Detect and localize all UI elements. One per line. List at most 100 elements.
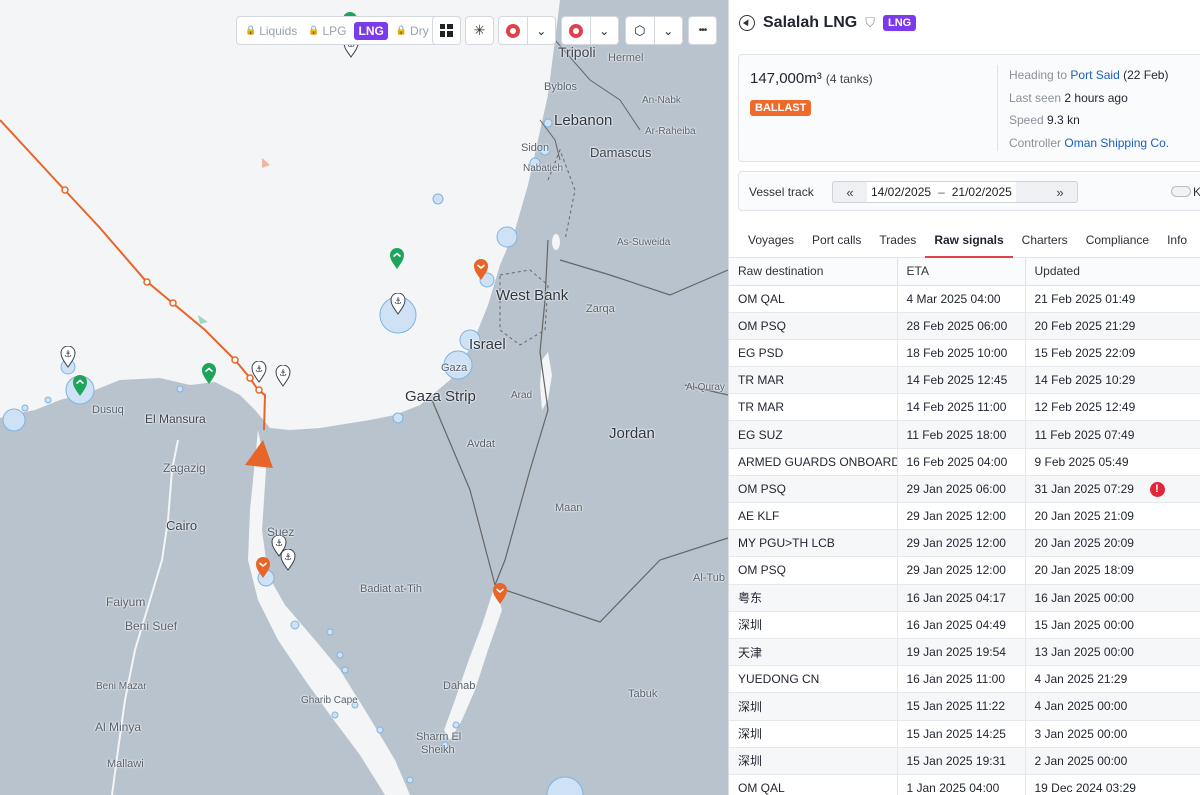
tab-charters[interactable]: Charters: [1013, 224, 1077, 258]
table-row[interactable]: 粤东 16 Jan 2025 04:17 16 Jan 2025 00:00: [729, 584, 1200, 612]
filter-dry[interactable]: 🔒 Dry: [393, 22, 432, 40]
filter-lng[interactable]: LNG: [354, 21, 388, 40]
eta-cell: 14 Feb 2025 12:45: [897, 366, 1026, 395]
destination-cell: ARMED GUARDS ONBOARD: [729, 448, 898, 476]
controller-link[interactable]: Oman Shipping Co.: [1064, 136, 1169, 150]
table-row[interactable]: 深圳 15 Jan 2025 19:31 2 Jan 2025 00:00: [729, 747, 1200, 775]
orange-pin-icon[interactable]: [255, 557, 271, 584]
cargo-filter-group: 🔒 Liquids 🔒 LPG LNG 🔒 Dry: [236, 16, 438, 45]
table-row[interactable]: TR MAR 14 Feb 2025 11:00 12 Feb 2025 12:49: [729, 393, 1200, 422]
table-row[interactable]: 深圳 15 Jan 2025 14:25 3 Jan 2025 00:00: [729, 720, 1200, 748]
map-label: An-Nabk: [642, 95, 681, 106]
lock-icon: 🔒: [395, 25, 408, 35]
tab-compliance[interactable]: Compliance: [1077, 224, 1158, 258]
map-label: Maan: [555, 502, 583, 514]
chevron-down-icon[interactable]: ⌄: [528, 17, 556, 44]
table-row[interactable]: EG SUZ 11 Feb 2025 18:00 11 Feb 2025 07:49: [729, 420, 1200, 449]
table-row[interactable]: TR MAR 14 Feb 2025 12:45 14 Feb 2025 10:29: [729, 366, 1200, 395]
map-label: Dahab: [443, 680, 476, 692]
table-row[interactable]: 深圳 16 Jan 2025 04:49 15 Jan 2025 00:00: [729, 611, 1200, 639]
updated-cell: 3 Jan 2025 00:00: [1025, 720, 1200, 748]
eta-cell: 29 Jan 2025 12:00: [897, 556, 1026, 585]
updated-cell: 21 Feb 2025 01:49: [1025, 285, 1200, 313]
table-row[interactable]: OM QAL 4 Mar 2025 04:00 21 Feb 2025 01:49: [729, 285, 1200, 313]
vessel-style-dropdown[interactable]: ⌄: [498, 16, 556, 45]
table-row[interactable]: OM PSQ 29 Jan 2025 06:00 31 Jan 2025 07:29…: [729, 475, 1200, 504]
anchor-pin-icon[interactable]: ⚓: [280, 548, 296, 576]
track-toggle[interactable]: [1171, 186, 1191, 197]
green-pin-icon[interactable]: [201, 363, 217, 390]
tab-trades[interactable]: Trades: [870, 224, 925, 258]
table-row[interactable]: AE KLF 29 Jan 2025 12:00 20 Jan 2025 21:09: [729, 502, 1200, 531]
warning-icon[interactable]: !: [1149, 481, 1165, 497]
green-pin-icon[interactable]: [72, 375, 88, 402]
table-row[interactable]: OM QAL 1 Jan 2025 04:00 19 Dec 2024 03:29: [729, 774, 1200, 795]
eta-cell: 16 Jan 2025 04:49: [897, 611, 1026, 639]
layers-button[interactable]: [432, 16, 461, 45]
raw-signals-table: Raw destination ETA Updated OM QAL 4 Mar …: [729, 258, 1200, 795]
track-label: Vessel track: [749, 185, 814, 199]
date-range-picker[interactable]: « 14/02/2025 – 21/02/2025 »: [832, 181, 1078, 203]
tab-raw-signals[interactable]: Raw signals: [925, 224, 1013, 258]
tab-port-calls[interactable]: Port calls: [803, 224, 870, 258]
map-label: Lebanon: [554, 112, 613, 129]
start-date[interactable]: 14/02/2025: [867, 182, 936, 202]
end-date[interactable]: 21/02/2025: [947, 182, 1016, 202]
map-label: Tabuk: [628, 688, 658, 700]
green-pin-icon[interactable]: [389, 248, 405, 275]
chevron-down-icon[interactable]: ⌄: [591, 17, 619, 44]
destination-cell: TR MAR: [729, 393, 898, 422]
destination-cell: OM PSQ: [729, 475, 898, 504]
destination-cell: TR MAR: [729, 366, 898, 395]
svg-text:⚓: ⚓: [284, 553, 292, 563]
polygon-dropdown[interactable]: ⬡ ⌄: [625, 16, 683, 45]
destination-port-link[interactable]: Port Said: [1070, 68, 1119, 82]
filter-label: LNG: [358, 23, 384, 38]
map-view[interactable]: ⚓ ⚓ ⚓ ⚓ ⚓ ⚓ ⚓ Tripoli Hermel Byblos An-N…: [0, 0, 728, 795]
table-row[interactable]: 深圳 15 Jan 2025 11:22 4 Jan 2025 00:00: [729, 692, 1200, 721]
double-chevron-left-icon[interactable]: «: [833, 185, 867, 200]
updated-cell: 20 Jan 2025 20:09: [1025, 529, 1200, 558]
column-header[interactable]: ETA: [897, 258, 1026, 286]
table-row[interactable]: OM PSQ 29 Jan 2025 12:00 20 Jan 2025 18:09: [729, 556, 1200, 585]
orange-pin-icon[interactable]: [492, 583, 508, 610]
map-label: Mallawi: [107, 758, 144, 770]
orange-pin-icon[interactable]: [473, 259, 489, 286]
updated-cell: 20 Feb 2025 21:29: [1025, 312, 1200, 340]
filter-label: LPG: [322, 23, 347, 38]
destination-cell: OM QAL: [729, 774, 898, 795]
table-row[interactable]: 天津 19 Jan 2025 19:54 13 Jan 2025 00:00: [729, 638, 1200, 667]
updated-cell: 12 Feb 2025 12:49: [1025, 393, 1200, 422]
chevron-down-icon[interactable]: ⌄: [655, 17, 683, 44]
vessel-marker-icon: [499, 17, 528, 44]
double-chevron-right-icon[interactable]: »: [1043, 185, 1077, 200]
updated-cell: 31 Jan 2025 07:29!: [1025, 475, 1200, 504]
anchor-pin-icon[interactable]: ⚓: [275, 364, 291, 392]
map-label: Al-Tub: [693, 572, 725, 584]
destination-cell: 深圳: [729, 747, 898, 775]
cluster-button[interactable]: ✳: [465, 16, 494, 45]
filter-lpg[interactable]: 🔒 LPG: [305, 22, 349, 40]
anchor-pin-icon[interactable]: ⚓: [251, 360, 267, 388]
table-row[interactable]: EG PSD 18 Feb 2025 10:00 15 Feb 2025 22:09: [729, 339, 1200, 368]
map-label: Sidon: [521, 142, 550, 154]
table-row[interactable]: YUEDONG CN 16 Jan 2025 11:00 4 Jan 2025 21…: [729, 665, 1200, 694]
destination-cell: OM QAL: [729, 285, 898, 313]
tab-info[interactable]: Info: [1158, 224, 1196, 258]
table-row[interactable]: MY PGU>TH LCB 29 Jan 2025 12:00 20 Jan 202…: [729, 529, 1200, 558]
column-header[interactable]: Updated: [1025, 258, 1200, 286]
tab-voyages[interactable]: Voyages: [739, 224, 803, 258]
anchor-pin-icon[interactable]: ⚓: [390, 292, 406, 320]
filter-liquids[interactable]: 🔒 Liquids: [242, 22, 300, 40]
map-label: Byblos: [544, 81, 578, 93]
table-row[interactable]: OM PSQ 28 Feb 2025 06:00 20 Feb 2025 21:29: [729, 312, 1200, 340]
more-button[interactable]: •••: [688, 16, 717, 45]
last-seen-info: Last seen 2 hours ago: [1009, 91, 1128, 105]
anchor-pin-icon[interactable]: ⚓: [60, 345, 76, 373]
snowflake-icon: ✳: [473, 22, 486, 38]
column-header[interactable]: Raw destination: [729, 258, 898, 286]
table-row[interactable]: ARMED GUARDS ONBOARD 16 Feb 2025 04:00 9 F…: [729, 448, 1200, 476]
eta-cell: 14 Feb 2025 11:00: [897, 393, 1026, 422]
zone-style-dropdown[interactable]: ⌄: [561, 16, 619, 45]
map-label: Gaza: [441, 362, 468, 374]
